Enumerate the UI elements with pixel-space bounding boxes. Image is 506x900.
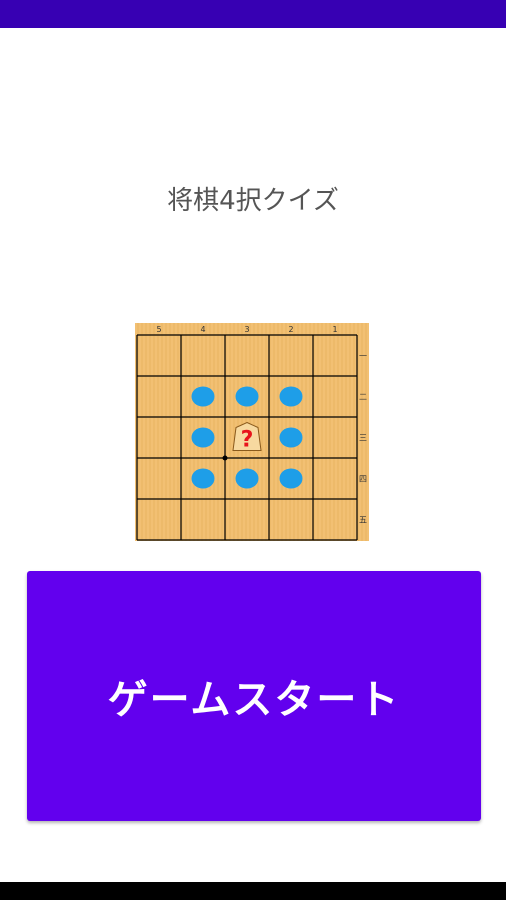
move-dot bbox=[191, 468, 215, 489]
row-label: 三 bbox=[359, 434, 367, 443]
app-title: 将棋4択クイズ bbox=[167, 186, 339, 216]
status-bar bbox=[0, 0, 506, 28]
row-label: 二 bbox=[359, 393, 367, 402]
question-mark: ? bbox=[241, 428, 254, 453]
row-label: 一 bbox=[359, 352, 367, 361]
move-dot bbox=[191, 427, 215, 448]
column-label: 4 bbox=[200, 325, 205, 334]
move-dot bbox=[235, 386, 259, 407]
move-dot bbox=[279, 386, 303, 407]
move-dot bbox=[235, 468, 259, 489]
move-dot bbox=[279, 468, 303, 489]
column-label: 2 bbox=[288, 325, 293, 334]
move-dot bbox=[279, 427, 303, 448]
column-label: 1 bbox=[332, 325, 337, 334]
column-label: 5 bbox=[156, 325, 161, 334]
move-dot bbox=[191, 386, 215, 407]
game-start-button[interactable]: ゲームスタート bbox=[27, 571, 481, 821]
board-star-point bbox=[222, 455, 228, 461]
shogi-board-illustration: 5 4 3 2 1 一二三四五? bbox=[135, 323, 369, 541]
row-label: 五 bbox=[359, 516, 367, 525]
column-label: 3 bbox=[244, 325, 249, 334]
row-label: 四 bbox=[359, 475, 367, 484]
shogi-board: 5 4 3 2 1 一二三四五? bbox=[135, 323, 369, 541]
navigation-bar bbox=[0, 882, 506, 900]
